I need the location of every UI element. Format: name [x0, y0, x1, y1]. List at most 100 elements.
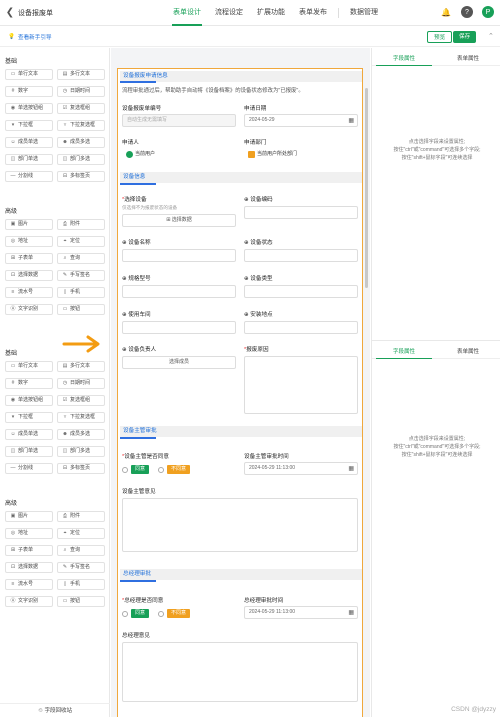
manager-agree-radio-yes[interactable]: 同意 — [122, 465, 150, 474]
palette-item[interactable]: ▾ 下拉框 — [5, 412, 53, 423]
palette-item[interactable]: ▾ 下拉框 — [5, 120, 53, 131]
tab-form-properties[interactable]: 表单属性 — [436, 345, 500, 358]
palette-item[interactable]: ⊡ 选择数据 — [5, 270, 53, 281]
palette-item[interactable]: ✎ 手写签名 — [57, 562, 105, 573]
palette-item[interactable]: Ⓐ 文字识别 — [5, 596, 53, 607]
reason-textarea[interactable] — [244, 356, 358, 414]
palette-item[interactable]: ◉ 单选按钮组 — [5, 395, 53, 406]
save-button[interactable]: 保存 — [453, 31, 477, 43]
palette-item[interactable]: ≡ 流水号 — [5, 579, 53, 590]
palette-item[interactable]: ▭ 单行文本 — [5, 69, 53, 80]
tab-field-properties[interactable]: 字段属性 — [372, 52, 436, 66]
field-type-icon: ≡ — [11, 289, 15, 295]
palette-item[interactable]: ◫ 部门单选 — [5, 154, 53, 165]
palette-item[interactable]: ▭ 单行文本 — [5, 361, 53, 372]
help-icon[interactable]: ? — [461, 6, 473, 18]
device-code-input[interactable] — [244, 206, 358, 219]
palette-item[interactable]: ◷ 日期时间 — [57, 378, 105, 389]
recycle-bin-button[interactable]: ♲ 字段回收站 — [0, 703, 110, 717]
palette-item[interactable]: ⌖ 定位 — [57, 528, 105, 539]
palette-item[interactable]: ▣ 图片 — [5, 511, 53, 522]
device-type-input[interactable] — [244, 285, 358, 298]
palette-item[interactable]: ⊡ 选择数据 — [5, 562, 53, 573]
palette-item[interactable]: ▯ 手机 — [57, 579, 105, 590]
palette-item[interactable]: ⎙ 附件 — [57, 219, 105, 230]
palette-item[interactable]: ▿ 下拉复选框 — [57, 120, 105, 131]
disagree-tag: 不同意 — [167, 465, 191, 474]
workshop-input[interactable] — [122, 321, 236, 334]
bell-icon[interactable]: 🔔 — [440, 6, 452, 18]
gm-time-input[interactable]: 2024-05-29 11:13:00 ▦ — [244, 606, 358, 619]
palette-item[interactable]: ≡ 流水号 — [5, 287, 53, 298]
palette-item[interactable]: ▭ 按钮 — [57, 596, 105, 607]
palette-item[interactable]: ⊞ 子表单 — [5, 545, 53, 556]
apply-date-value: 2024-05-29 — [249, 117, 275, 123]
palette-item[interactable]: # 数字 — [5, 86, 53, 97]
chevron-left-icon[interactable]: ❮ — [2, 7, 18, 18]
palette-item[interactable]: ▯ 手机 — [57, 287, 105, 298]
palette-item[interactable]: # 数字 — [5, 378, 53, 389]
palette-item[interactable]: ◫ 部门单选 — [5, 446, 53, 457]
select-member-button[interactable]: 选择成员 — [122, 356, 236, 369]
palette-item[interactable]: ▤ 多行文本 — [57, 361, 105, 372]
tab-field-properties[interactable]: 字段属性 — [372, 345, 436, 359]
tab-data-management[interactable]: 数据管理 — [343, 0, 385, 26]
palette-item[interactable]: ◫ 部门多选 — [57, 154, 105, 165]
palette-item[interactable]: ◎ 地址 — [5, 528, 53, 539]
gm-agree-radio-yes[interactable]: 同意 — [122, 609, 150, 618]
palette-item[interactable]: ◎ 地址 — [5, 236, 53, 247]
palette-item[interactable]: ⊟ 多标签页 — [57, 463, 105, 474]
gm-opinion-textarea[interactable] — [122, 642, 358, 702]
palette-item[interactable]: ⌕ 查询 — [57, 253, 105, 264]
palette-item[interactable]: ▿ 下拉复选框 — [57, 412, 105, 423]
palette-item[interactable]: ☺ 成员单选 — [5, 137, 53, 148]
palette-item[interactable]: ▭ 按钮 — [57, 304, 105, 315]
apply-date-input[interactable]: 2024-05-29 ▦ — [244, 114, 358, 127]
palette-item[interactable]: ⊞ 子表单 — [5, 253, 53, 264]
palette-item[interactable]: ◷ 日期时间 — [57, 86, 105, 97]
palette-item[interactable]: ☻ 成员多选 — [57, 137, 105, 148]
preview-button[interactable]: 预览 — [427, 31, 453, 43]
palette-item[interactable]: ⌖ 定位 — [57, 236, 105, 247]
palette-item[interactable]: ▤ 多行文本 — [57, 69, 105, 80]
select-data-button[interactable]: ⊞ 选择数据 — [122, 214, 236, 227]
palette-item[interactable]: ☺ 成员单选 — [5, 429, 53, 440]
palette-item[interactable]: ◉ 单选按钮组 — [5, 103, 53, 114]
guide-link[interactable]: 💡 查看新手引导 — [8, 33, 52, 41]
device-name-input[interactable] — [122, 249, 236, 262]
palette-item[interactable]: ☻ 成员多选 — [57, 429, 105, 440]
tab-extensions[interactable]: 扩展功能 — [250, 0, 292, 26]
canvas-scrollbar[interactable] — [365, 88, 368, 288]
manager-time-input[interactable]: 2024-05-29 11:13:00 ▦ — [244, 462, 358, 475]
label-gm-time: 总经理审批时间 — [244, 598, 284, 604]
dept-chip[interactable]: 当前用户所处部门 — [246, 149, 301, 160]
palette-item[interactable]: ⌕ 查询 — [57, 545, 105, 556]
manager-opinion-textarea[interactable] — [122, 498, 358, 552]
avatar[interactable]: P — [482, 6, 494, 18]
device-status-input[interactable] — [244, 249, 358, 262]
palette-item[interactable]: ▣ 图片 — [5, 219, 53, 230]
palette-item[interactable]: ⎙ 附件 — [57, 511, 105, 522]
tab-form-properties[interactable]: 表单属性 — [436, 52, 500, 65]
field-type-icon: ⌖ — [63, 530, 67, 536]
palette-item[interactable]: ◫ 部门多选 — [57, 446, 105, 457]
tab-form-design[interactable]: 表单设计 — [166, 0, 208, 26]
palette-item[interactable]: ⊟ 多标签页 — [57, 171, 105, 182]
form-body[interactable]: 设备报废申请信息 流程审批通过后，帮助助手自动将《设备档案》的设备状态修改为"已… — [117, 68, 363, 717]
palette-item[interactable]: ☑ 复选框组 — [57, 395, 105, 406]
model-input[interactable] — [122, 285, 236, 298]
palette-item[interactable]: — 分割线 — [5, 171, 53, 182]
tab-process[interactable]: 流程设定 — [208, 0, 250, 26]
palette-item[interactable]: ☑ 复选框组 — [57, 103, 105, 114]
palette-item[interactable]: ✎ 手写签名 — [57, 270, 105, 281]
applicant-chip[interactable]: 当前用户 — [124, 149, 159, 160]
location-input[interactable] — [244, 321, 358, 334]
tab-publish[interactable]: 表单发布 — [292, 0, 334, 26]
palette-item[interactable]: Ⓐ 文字识别 — [5, 304, 53, 315]
gm-agree-radio-no[interactable]: 不同意 — [158, 609, 191, 618]
scrap-number-input[interactable]: 自动生成无需填写 — [122, 114, 236, 127]
manager-agree-radio-no[interactable]: 不同意 — [158, 465, 191, 474]
collapse-icon[interactable]: ⌃ — [488, 32, 494, 40]
palette-item[interactable]: — 分割线 — [5, 463, 53, 474]
palette-item-label: 下拉复选框 — [70, 122, 96, 128]
